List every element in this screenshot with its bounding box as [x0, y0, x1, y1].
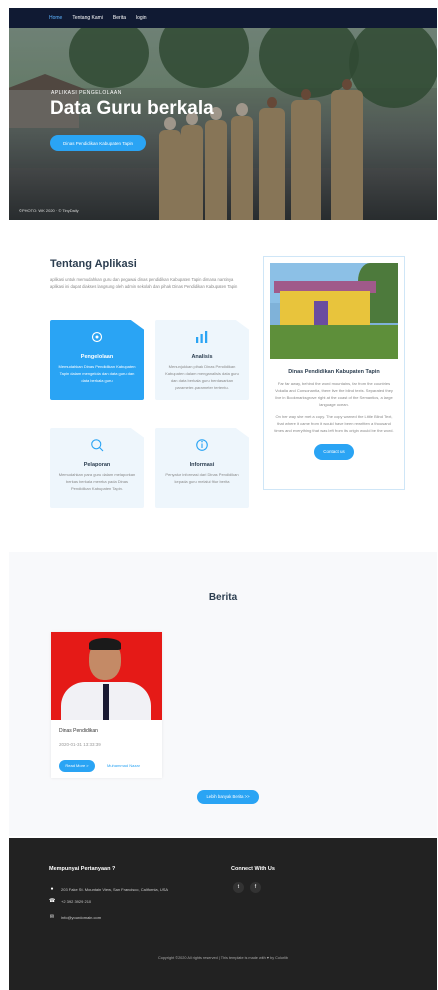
- read-more-button[interactable]: Read More >: [59, 760, 95, 772]
- hero-overlay: [9, 28, 437, 220]
- hero-credit: ©PHOTO: WK 2020 · © TinyDaily: [19, 208, 79, 213]
- nav-home[interactable]: Home: [49, 15, 62, 21]
- hero-eyebrow: APLIKASI PENGELOLAAN: [51, 90, 122, 96]
- hero-button[interactable]: Dinas Pendidikan Kabupaten Tapin: [50, 135, 146, 151]
- feature-desc: Memudahkan para guru dalam melaporkan be…: [58, 472, 136, 491]
- footer-email-text: info@yourdomain.com: [61, 914, 102, 920]
- page-edge: [0, 0, 9, 990]
- footer-address-text: 203 Fake St. Mountain View, San Francisc…: [61, 886, 169, 892]
- feature-title: Analisis: [191, 354, 213, 360]
- more-news-button[interactable]: Lebih banyak Berita >>: [197, 790, 259, 804]
- report-icon: [91, 439, 104, 452]
- feature-card-informasi: Informasi Penyalur informasi dari Dinas …: [155, 428, 249, 508]
- feature-desc: Penyalur informasi dari Dinas Pendidikan…: [165, 472, 239, 484]
- footer-copyright: Copyright ©2020 All rights reserved | Th…: [157, 956, 289, 960]
- footer-phone[interactable]: ☎ +2 392 3929 210: [49, 898, 91, 904]
- feature-title: Pengelolaan: [80, 354, 114, 360]
- mail-icon: ✉: [49, 914, 55, 920]
- about-title: Tentang Aplikasi: [50, 258, 137, 270]
- footer-phone-text: +2 392 3929 210: [61, 898, 92, 904]
- info-icon: [196, 439, 208, 451]
- feature-title: Pelaporan: [83, 462, 111, 468]
- news-section: Berita Dinas Pendidikan 2020-01-31 13:33…: [9, 552, 437, 836]
- news-card: Dinas Pendidikan 2020-01-31 13:33:39 Rea…: [51, 632, 162, 778]
- feature-card-analisis: Analisis Menunjukkan pihak Dinas Pendidi…: [155, 320, 249, 400]
- facebook-icon[interactable]: f: [250, 882, 261, 893]
- office-photo: [270, 263, 398, 359]
- analytics-icon: [196, 331, 208, 343]
- office-card-paragraph-1: Far far away, behind the word mountains,…: [275, 381, 393, 407]
- feature-title: Informasi: [189, 462, 215, 468]
- footer-address: ● 203 Fake St. Mountain View, San Franci…: [49, 886, 168, 892]
- twitter-icon[interactable]: t: [233, 882, 244, 893]
- office-card-title: Dinas Pendidikan Kabupaten Tapin: [288, 369, 380, 375]
- office-card: Dinas Pendidikan Kabupaten Tapin Far far…: [263, 256, 405, 490]
- news-image: [51, 632, 162, 720]
- nav-login[interactable]: login: [136, 15, 147, 21]
- footer-social-links: t f: [233, 882, 261, 893]
- footer-contact-title: Mempunyai Pertanyaan ?: [49, 866, 116, 872]
- footer-social-title: Connect With Us: [231, 866, 275, 872]
- footer-email[interactable]: ✉ info@yourdomain.com: [49, 914, 101, 920]
- feature-card-pengelolaan: Pengelolaan Memudahkan Dinas Pendidikan …: [50, 320, 144, 400]
- news-title: Berita: [208, 592, 238, 603]
- nav-berita[interactable]: Berita: [113, 15, 126, 21]
- settings-icon: [91, 331, 103, 343]
- nav-tentang-kami[interactable]: Tentang Kami: [72, 15, 103, 21]
- hero-title: Data Guru berkala: [50, 98, 214, 119]
- feature-card-pelaporan: Pelaporan Memudahkan para guru dalam mel…: [50, 428, 144, 508]
- hero-section: APLIKASI PENGELOLAAN Data Guru berkala D…: [9, 28, 437, 220]
- feature-desc: Menunjukkan pihak Dinas Pendidikan Kabup…: [165, 364, 239, 390]
- feature-desc: Memudahkan Dinas Pendidikan Kabupaten Ta…: [58, 364, 136, 383]
- map-pin-icon: ●: [50, 886, 54, 892]
- contact-us-button[interactable]: Contact us: [314, 444, 354, 460]
- top-navbar: Home Tentang Kami Berita login: [9, 8, 437, 28]
- about-description: aplikasi untuk memudahkan guru dan pegaw…: [50, 277, 238, 289]
- phone-icon: ☎: [49, 898, 56, 904]
- footer: Mempunyai Pertanyaan ? ● 203 Fake St. Mo…: [9, 838, 437, 990]
- office-card-paragraph-2: On her way she met a copy. The copy warn…: [274, 414, 394, 433]
- news-item-author[interactable]: Muhammad Nazar: [107, 760, 140, 772]
- news-item-title: Dinas Pendidikan: [59, 728, 98, 734]
- news-item-date: 2020-01-31 13:33:39: [59, 742, 101, 747]
